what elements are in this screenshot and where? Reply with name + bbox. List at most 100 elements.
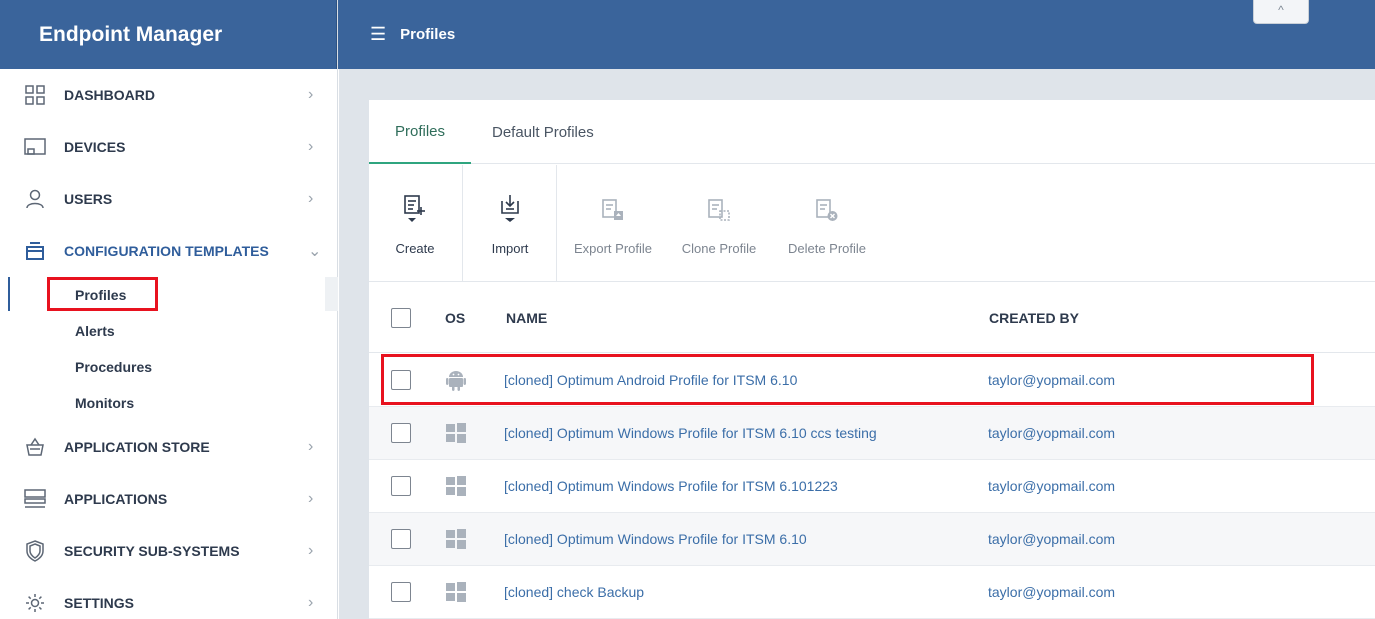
table-header: OS NAME CREATED BY [369,283,1375,353]
profile-name-link[interactable]: [cloned] Optimum Android Profile for ITS… [504,372,797,388]
sidebar: Endpoint Manager DASHBOARD › DEVICES › U… [0,0,338,619]
highlight-box [47,277,158,311]
import-button[interactable]: Import [482,189,538,259]
toolbar-divider [462,165,463,282]
collapse-header-button[interactable]: ^ [1253,0,1309,24]
sidebar-item-label: CONFIGURATION TEMPLATES [64,243,269,259]
toolbar: Create Import Export Profile Clone Profi… [369,165,1375,282]
sidebar-subitem-procedures[interactable]: Procedures [0,349,337,385]
create-label: Create [395,241,435,256]
chevron-right-icon: › [308,86,314,103]
user-icon [24,188,46,210]
chevron-right-icon: › [308,594,314,611]
windows-icon [445,423,467,443]
sidebar-item-label: SETTINGS [64,595,135,611]
row-checkbox[interactable] [391,423,411,443]
import-label: Import [491,241,529,256]
export-profile-button[interactable]: Export Profile [567,189,659,259]
chevron-right-icon: › [308,542,314,559]
sidebar-item-label: SECURITY SUB-SYSTEMS [64,543,240,559]
sidebar-item-security-sub-systems[interactable]: SECURITY SUB-SYSTEMS › [0,525,337,577]
app-brand: Endpoint Manager [0,0,337,69]
sidebar-item-applications[interactable]: APPLICATIONS › [0,473,337,525]
column-header-created-by[interactable]: CREATED BY [989,310,1079,326]
sidebar-item-application-store[interactable]: APPLICATION STORE › [0,421,337,473]
table-row[interactable]: [cloned] Optimum Windows Profile for ITS… [369,407,1375,460]
chevron-right-icon: › [308,490,314,507]
created-by-link[interactable]: taylor@yopmail.com [988,531,1115,547]
shield-icon [24,540,46,562]
chevron-right-icon: › [308,438,314,455]
chevron-right-icon: › [308,190,314,207]
table-row[interactable]: [cloned] Optimum Android Profile for ITS… [369,354,1375,407]
devices-icon [24,136,46,158]
sidebar-item-configuration-templates[interactable]: CONFIGURATION TEMPLATES ⌄ [0,225,337,277]
tab-profiles[interactable]: Profiles [369,100,471,164]
applications-icon [24,488,46,510]
sidebar-subitem-monitors[interactable]: Monitors [0,385,337,421]
created-by-link[interactable]: taylor@yopmail.com [988,425,1115,441]
chevron-down-icon: ⌄ [308,243,322,260]
top-header: ☰ Profiles [338,0,1375,69]
sidebar-scroll-indicator [325,277,338,311]
sidebar-subitem-label: Alerts [75,323,115,339]
tab-default-profiles[interactable]: Default Profiles [492,100,594,164]
sidebar-item-dashboard[interactable]: DASHBOARD › [0,69,337,121]
profile-name-link[interactable]: [cloned] Optimum Windows Profile for ITS… [504,425,877,441]
delete-profile-label: Delete Profile [787,241,867,256]
toolbar-divider [556,165,557,282]
templates-icon [24,240,46,262]
sidebar-item-label: DASHBOARD [64,87,155,103]
export-profile-icon [601,189,625,225]
import-icon [499,189,521,225]
created-by-link[interactable]: taylor@yopmail.com [988,478,1115,494]
sidebar-item-label: APPLICATION STORE [64,439,210,455]
sidebar-item-label: APPLICATIONS [64,491,168,507]
page-title: Profiles [400,26,456,43]
windows-icon [445,582,467,602]
windows-icon [445,476,467,496]
table-row[interactable]: [cloned] Optimum Windows Profile for ITS… [369,513,1375,566]
sidebar-item-label: DEVICES [64,139,126,155]
row-checkbox[interactable] [391,476,411,496]
sidebar-item-devices[interactable]: DEVICES › [0,121,337,173]
gear-icon [24,592,46,614]
created-by-link[interactable]: taylor@yopmail.com [988,372,1115,388]
sidebar-item-users[interactable]: USERS › [0,173,337,225]
profile-name-link[interactable]: [cloned] check Backup [504,584,644,600]
active-indicator [8,277,10,311]
clone-profile-button[interactable]: Clone Profile [676,189,762,259]
dashboard-icon [24,84,46,106]
row-checkbox[interactable] [391,370,411,390]
created-by-link[interactable]: taylor@yopmail.com [988,584,1115,600]
chevron-right-icon: › [308,138,314,155]
delete-profile-button[interactable]: Delete Profile [781,189,873,259]
table-row[interactable]: [cloned] Optimum Windows Profile for ITS… [369,460,1375,513]
sidebar-item-label: USERS [64,191,113,207]
row-checkbox[interactable] [391,582,411,602]
row-checkbox[interactable] [391,529,411,549]
delete-profile-icon [815,189,839,225]
profile-name-link[interactable]: [cloned] Optimum Windows Profile for ITS… [504,531,807,547]
store-icon [24,436,46,458]
profiles-panel: Profiles Default Profiles Create Import … [369,100,1375,619]
sidebar-subitem-label: Procedures [75,359,153,375]
profile-name-link[interactable]: [cloned] Optimum Windows Profile for ITS… [504,478,838,494]
sidebar-subitem-profiles[interactable]: Profiles [0,277,338,313]
clone-profile-icon [707,189,731,225]
column-header-name[interactable]: NAME [506,310,547,326]
clone-profile-label: Clone Profile [681,241,757,256]
column-header-os[interactable]: OS [445,310,465,326]
export-profile-label: Export Profile [573,241,653,256]
windows-icon [445,529,467,549]
sidebar-item-settings[interactable]: SETTINGS › [0,577,337,619]
select-all-checkbox[interactable] [391,307,411,328]
create-profile-icon [403,189,427,225]
hamburger-icon[interactable]: ☰ [370,24,386,45]
android-icon [445,368,467,392]
create-button[interactable]: Create [387,189,443,259]
sidebar-subitem-alerts[interactable]: Alerts [0,313,337,349]
tab-bar: Profiles Default Profiles [369,100,1375,164]
sidebar-subitem-label: Monitors [75,395,135,411]
table-row[interactable]: [cloned] check Backup taylor@yopmail.com [369,566,1375,619]
